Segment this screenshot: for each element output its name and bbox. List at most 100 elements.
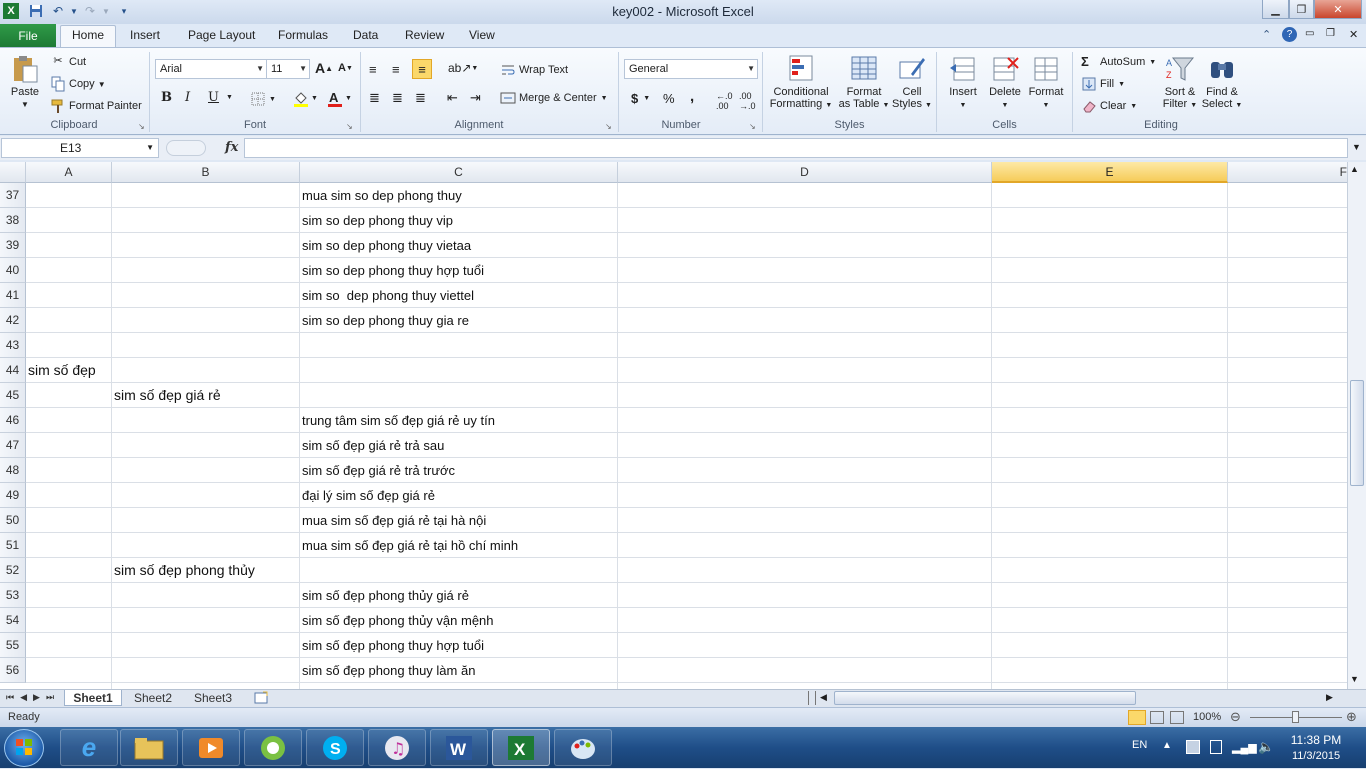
italic-button[interactable]: I (185, 90, 190, 105)
find-select-button[interactable]: Find & Select ▼ (1201, 54, 1243, 112)
sheet-tab-sheet1[interactable]: Sheet1 (64, 690, 122, 706)
center-icon[interactable]: ≣ (392, 90, 403, 106)
align-top-icon[interactable]: ≡ (369, 62, 377, 77)
column-header-f[interactable]: F (1228, 162, 1347, 183)
cell-c[interactable]: sim so dep phong thuy gia re (302, 308, 469, 333)
vertical-scrollbar[interactable]: ▲ ▼ (1347, 162, 1366, 689)
grow-font-icon[interactable]: A ▲ (315, 60, 333, 76)
row-header[interactable]: 45 (0, 383, 26, 408)
scroll-down-icon[interactable]: ▼ (1350, 674, 1359, 684)
merge-center-button[interactable]: Merge & Center ▼ (500, 90, 608, 106)
tab-review[interactable]: Review (405, 28, 444, 42)
minimize-button[interactable]: ▁ (1262, 0, 1289, 19)
taskbar-skype-icon[interactable]: S (306, 729, 364, 766)
paste-button[interactable]: Paste ▼ (6, 54, 44, 111)
percent-button[interactable]: % (663, 91, 675, 106)
zoom-level[interactable]: 100% (1193, 711, 1221, 723)
taskbar-word-icon[interactable]: W (430, 729, 488, 766)
maximize-button[interactable]: ❐ (1289, 0, 1314, 19)
scroll-left-icon[interactable]: ◀ (820, 692, 827, 703)
column-header-c[interactable]: C (300, 162, 618, 183)
row-header[interactable]: 41 (0, 283, 26, 308)
workbook-minimize-icon[interactable]: ▭ (1305, 28, 1314, 39)
worksheet-grid[interactable]: A B C D E F 37 mua sim so dep phong thuy 3… (0, 162, 1347, 689)
row-header[interactable]: 48 (0, 458, 26, 483)
underline-button[interactable]: U (208, 90, 219, 105)
fill-button[interactable]: Fill ▼ (1081, 76, 1125, 92)
cell-a[interactable]: sim số đẹp (28, 358, 96, 383)
volume-icon[interactable]: 🔈 (1258, 739, 1274, 755)
sheet-nav-arrows-icon[interactable]: ⏮◀▶⏭ (6, 692, 60, 703)
copy-button[interactable]: Copy ▼ (50, 76, 106, 92)
insert-function-button[interactable]: fx (225, 140, 238, 155)
formula-resize-handle[interactable] (166, 140, 206, 156)
shrink-font-icon[interactable]: A ▼ (338, 62, 353, 74)
taskbar-paint-icon[interactable] (554, 729, 612, 766)
row-header[interactable]: 44 (0, 358, 26, 383)
font-size-select[interactable]: 11 ▼ (266, 59, 310, 79)
zoom-out-icon[interactable]: ⊖ (1230, 709, 1241, 725)
comma-button[interactable]: , (690, 88, 694, 105)
clock-date[interactable]: 11/3/2015 (1286, 750, 1346, 762)
zoom-slider-thumb[interactable] (1292, 711, 1299, 723)
tab-home[interactable]: Home (72, 28, 104, 42)
align-left-icon[interactable]: ≣ (369, 90, 380, 106)
cell-c[interactable]: sim so dep phong thuy hợp tuổi (302, 258, 484, 283)
page-layout-view-icon[interactable] (1150, 711, 1164, 724)
row-header[interactable]: 39 (0, 233, 26, 258)
number-launcher-icon[interactable]: ↘ (749, 122, 756, 131)
tab-data[interactable]: Data (353, 28, 378, 42)
horizontal-scroll-thumb[interactable] (834, 691, 1136, 705)
borders-button[interactable]: ▼ (250, 91, 276, 107)
align-middle-icon[interactable]: ≡ (392, 62, 400, 77)
device-icon[interactable] (1210, 740, 1222, 754)
insert-sheet-icon[interactable] (250, 690, 272, 706)
format-painter-button[interactable]: Format Painter (50, 98, 142, 114)
taskbar-explorer-icon[interactable] (120, 729, 178, 766)
tab-page-layout[interactable]: Page Layout (188, 28, 255, 42)
row-header[interactable]: 56 (0, 658, 26, 683)
row-header[interactable]: 40 (0, 258, 26, 283)
cell-c[interactable]: mua sim so dep phong thuy (302, 183, 462, 208)
tab-insert[interactable]: Insert (130, 28, 160, 42)
orientation-icon[interactable]: ab↗ ▼ (448, 61, 478, 75)
row-header[interactable]: 47 (0, 433, 26, 458)
cell-c[interactable]: sim so dep phong thuy viettel (302, 283, 474, 308)
cell-c[interactable]: sim số đẹp phong thủy vận mệnh (302, 608, 494, 633)
conditional-formatting-button[interactable]: Conditional Formatting ▼ (767, 54, 835, 112)
taskbar-itunes-icon[interactable]: ♫ (368, 729, 426, 766)
taskbar-coccoc-icon[interactable] (244, 729, 302, 766)
help-icon[interactable]: ? (1282, 27, 1297, 42)
tab-split-handle[interactable] (808, 691, 816, 705)
cell-b[interactable]: sim số đẹp giá rẻ (114, 383, 221, 408)
formula-input[interactable] (244, 138, 1348, 158)
column-header-b[interactable]: B (112, 162, 300, 183)
row-header[interactable]: 37 (0, 183, 26, 208)
cell-c[interactable]: sim số đẹp phong thủy giá rẻ (302, 583, 469, 608)
format-cells-button[interactable]: Format ▼ (1025, 54, 1067, 112)
increase-decimal-icon[interactable]: ←.0.00 (716, 91, 733, 111)
alignment-launcher-icon[interactable]: ↘ (605, 122, 612, 131)
wrap-text-button[interactable]: Wrap Text (500, 62, 568, 78)
cell-c[interactable]: sim số đẹp phong thuy hợp tuổi (302, 633, 484, 658)
select-all-corner[interactable] (0, 162, 26, 183)
cell-c[interactable]: sim số đẹp giá rẻ trả sau (302, 433, 444, 458)
workbook-close-icon[interactable]: ✕ (1349, 28, 1358, 41)
cell-c[interactable]: trung tâm sim số đẹp giá rẻ uy tín (302, 408, 495, 433)
currency-button[interactable]: $ ▼ (631, 91, 650, 106)
sheet-tab-sheet2[interactable]: Sheet2 (124, 690, 182, 706)
column-header-d[interactable]: D (618, 162, 992, 183)
format-as-table-button[interactable]: Format as Table ▼ (837, 54, 891, 112)
column-header-e[interactable]: E (992, 162, 1228, 183)
cell-c[interactable]: sim so dep phong thuy vietaa (302, 233, 471, 258)
column-header-a[interactable]: A (26, 162, 112, 183)
zoom-in-icon[interactable]: ⊕ (1346, 709, 1357, 725)
row-header[interactable]: 53 (0, 583, 26, 608)
row-header[interactable]: 43 (0, 333, 26, 358)
taskbar-media-player-icon[interactable] (182, 729, 240, 766)
tab-formulas[interactable]: Formulas (278, 28, 328, 42)
number-format-select[interactable]: General ▼ (624, 59, 758, 79)
cell-c[interactable]: sim số đẹp giá rẻ trả trước (302, 458, 455, 483)
increase-indent-icon[interactable]: ⇥ (470, 90, 481, 106)
close-button[interactable]: ✕ (1314, 0, 1362, 19)
